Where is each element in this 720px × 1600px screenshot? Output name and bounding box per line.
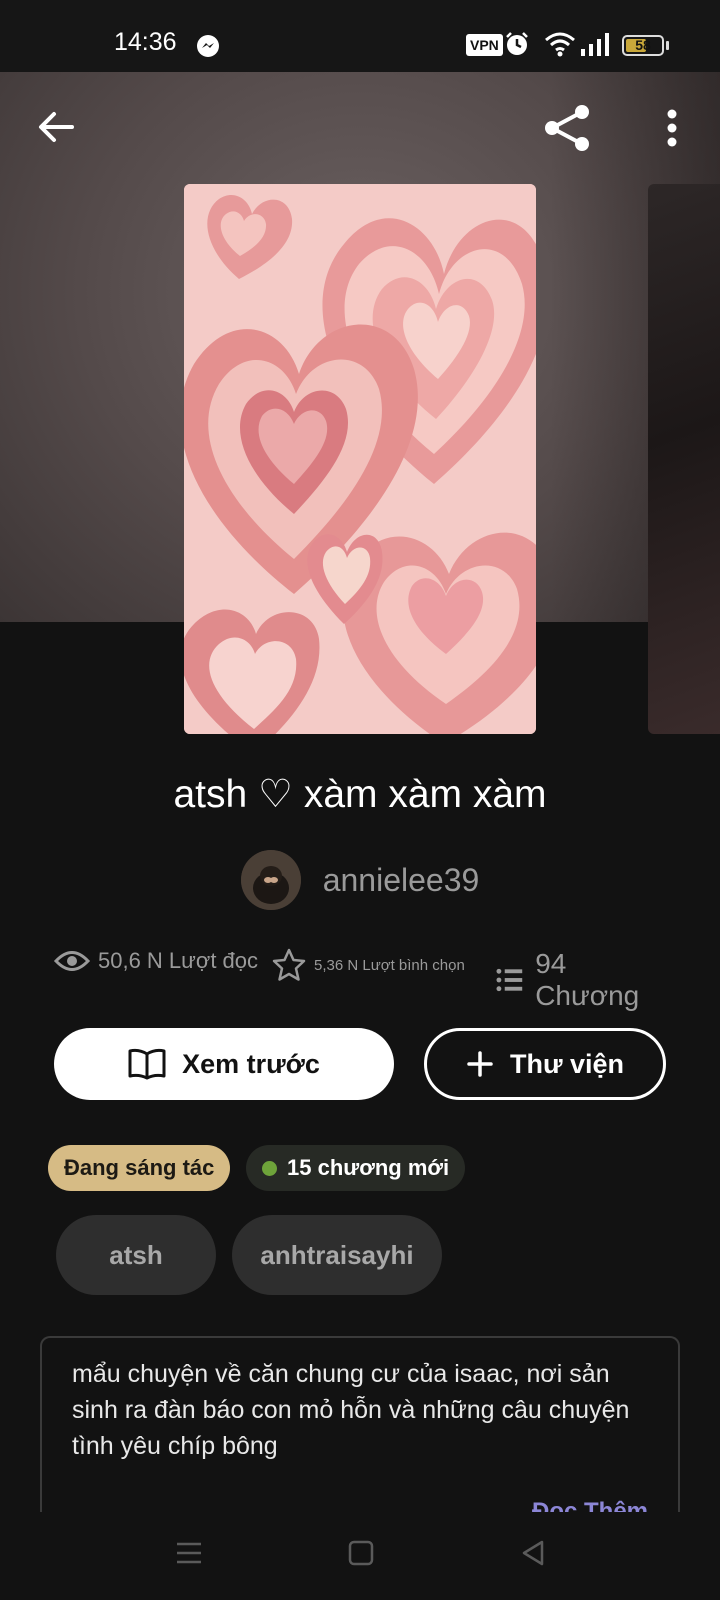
description-box: mẩu chuyện về căn chung cư của isaac, nơ… xyxy=(40,1336,680,1536)
list-icon xyxy=(496,968,523,992)
wifi-icon xyxy=(545,32,575,57)
back-arrow-icon[interactable] xyxy=(32,103,80,151)
signal-icon xyxy=(581,33,609,56)
status-time: 14:36 xyxy=(114,28,177,56)
tag-chip[interactable]: anhtraisayhi xyxy=(232,1215,442,1295)
cover-hearts-art xyxy=(184,184,536,734)
library-label: Thư viện xyxy=(509,1048,625,1079)
new-chapters-badge: 15 chương mới xyxy=(246,1145,466,1191)
author-row[interactable]: annielee39 xyxy=(0,850,720,910)
more-vertical-icon[interactable] xyxy=(656,104,688,152)
new-dot-icon xyxy=(262,1160,277,1176)
parts-count: 94 Chương xyxy=(535,948,640,1011)
tag-chip[interactable]: atsh xyxy=(56,1215,216,1295)
reads-count: 50,6 N Lượt đọc xyxy=(98,948,259,973)
alarm-icon xyxy=(506,32,528,55)
votes-count: 5,36 N Lượt bình chọn xyxy=(314,956,465,974)
stat-votes: 5,36 N Lượt bình chọn xyxy=(272,948,465,982)
stat-parts: 94 Chương xyxy=(496,948,674,1012)
battery-cap xyxy=(666,41,669,50)
open-book-icon xyxy=(128,1048,166,1080)
messenger-icon xyxy=(197,35,219,57)
star-icon xyxy=(272,948,306,981)
battery-text: 58 xyxy=(635,37,651,53)
recents-menu-icon[interactable] xyxy=(174,1538,204,1568)
author-name[interactable]: annielee39 xyxy=(323,862,480,899)
avatar-image xyxy=(240,850,301,910)
status-bar: 14:36 VPN 58 xyxy=(0,0,720,72)
back-triangle-icon[interactable] xyxy=(518,1538,548,1568)
battery-icon: 58 xyxy=(622,35,664,56)
story-description: mẩu chuyện về căn chung cư của isaac, nơ… xyxy=(72,1360,630,1460)
avatar[interactable] xyxy=(240,850,301,910)
share-icon[interactable] xyxy=(540,100,596,156)
story-title: atsh ♡ xàm xàm xàm xyxy=(173,773,547,816)
new-chapters-label: 15 chương mới xyxy=(287,1155,450,1180)
plus-icon xyxy=(466,1050,494,1078)
story-stats: 50,6 N Lượt đọc 5,36 N Lượt bình chọn 94… xyxy=(54,948,674,1011)
system-nav-bar xyxy=(0,1512,720,1600)
preview-button[interactable]: Xem trước xyxy=(54,1028,394,1100)
vpn-badge: VPN xyxy=(466,34,503,56)
add-to-library-button[interactable]: Thư viện xyxy=(424,1028,666,1100)
next-story-cover[interactable] xyxy=(648,184,720,734)
story-cover[interactable] xyxy=(184,184,536,734)
stat-reads: 50,6 N Lượt đọc xyxy=(54,948,258,974)
eye-icon xyxy=(54,951,90,971)
preview-label: Xem trước xyxy=(182,1048,320,1079)
status-badge: Đang sáng tác xyxy=(48,1145,231,1191)
home-square-icon[interactable] xyxy=(346,1538,376,1568)
